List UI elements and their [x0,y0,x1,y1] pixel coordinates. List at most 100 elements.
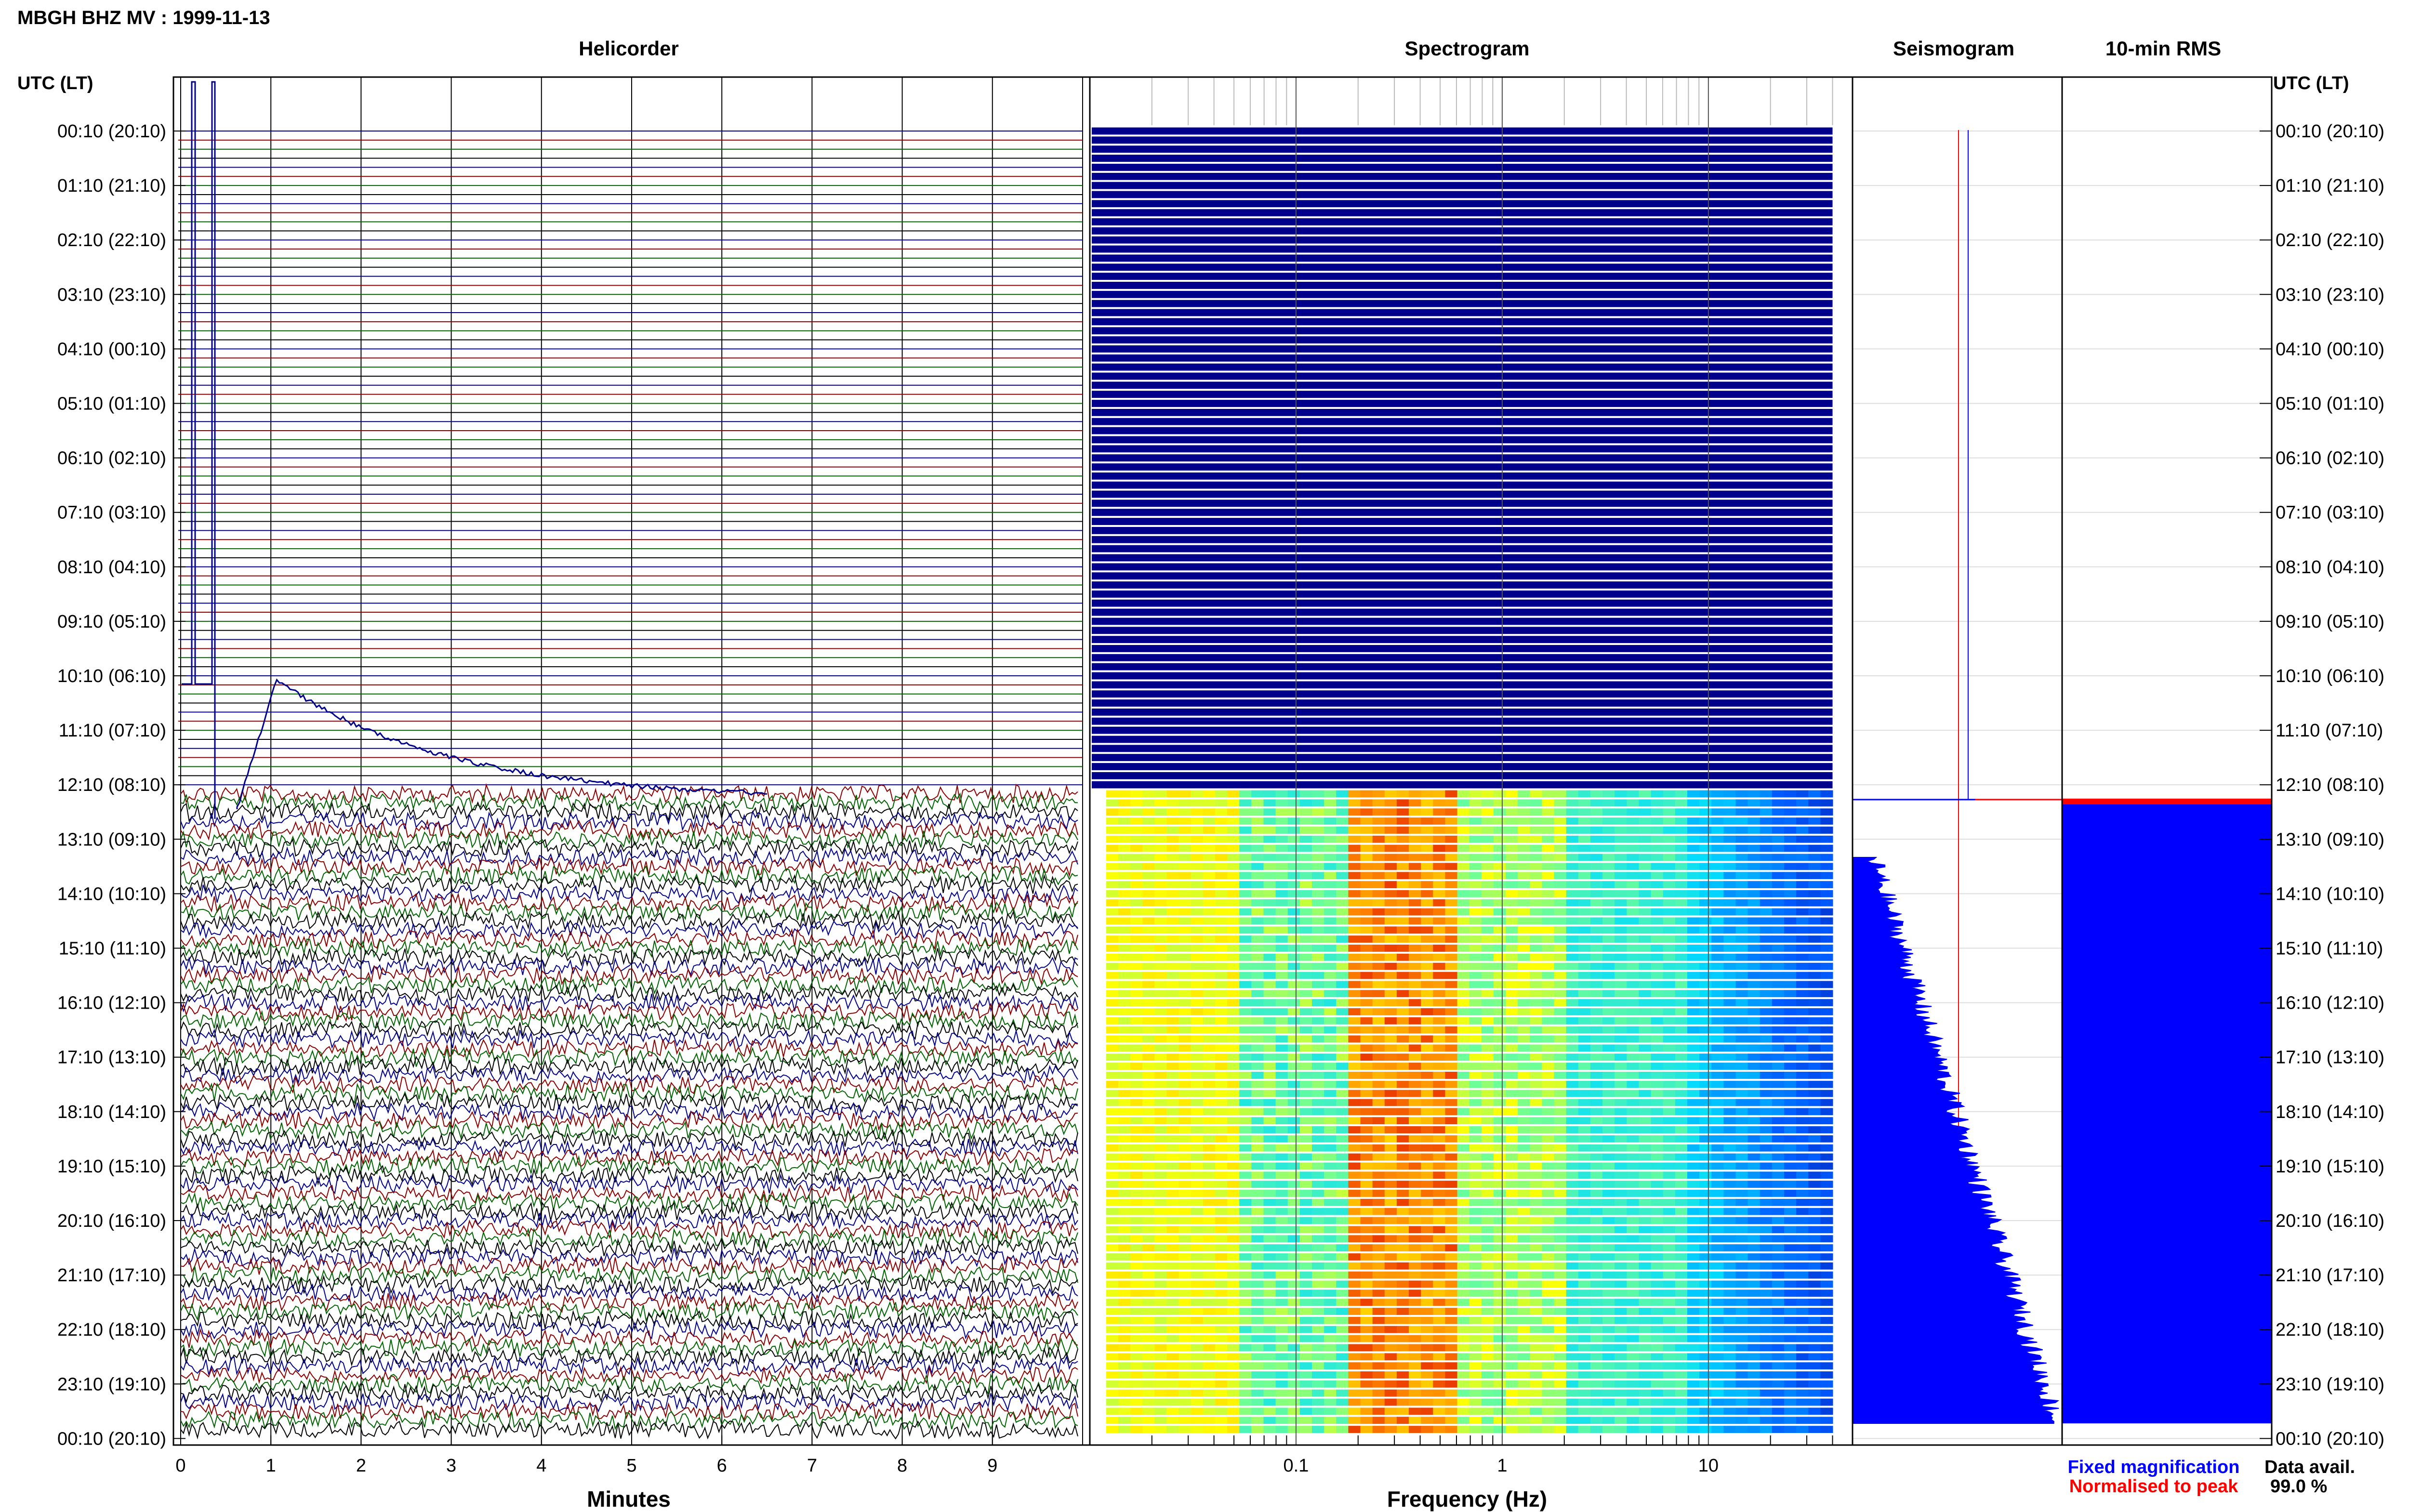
spectro-cell [1506,808,1519,816]
spectro-cell [1166,945,1179,952]
spectro-cell [1518,1008,1531,1015]
rms-title: 10-min RMS [2105,37,2221,60]
spectro-cell [1348,1035,1361,1043]
spectro-cell [1421,1262,1434,1270]
spectro-cell [1469,972,1482,979]
spectro-cell [1336,1353,1349,1361]
spectro-cell [1191,1417,1204,1424]
spectro-cell [1651,1117,1664,1125]
spectro-cell [1699,1235,1712,1243]
spectro-cell [1796,1262,1809,1270]
spectro-cell [1796,1353,1809,1361]
spectro-cell [1142,1226,1155,1234]
spectro-cell [1784,1080,1797,1088]
time-label-left: 10:10 (06:10) [57,666,166,686]
spectro-cell [1506,863,1519,870]
spectro-cell [1191,1271,1204,1279]
spectro-cell [1142,1398,1155,1406]
spectro-cell [1287,1208,1300,1215]
spectro-cell [1299,1280,1313,1288]
spectro-cell [1687,1217,1700,1224]
spectro-cell [1239,972,1252,979]
spectro-cell [1723,1026,1736,1034]
spectro-cell [1251,1008,1264,1015]
spectro-cell [1239,926,1252,934]
spectro-cell [1760,1316,1773,1324]
spectro-cell [1554,935,1567,943]
time-label-right: 11:10 (07:10) [2276,721,2383,741]
spectro-cell [1808,890,1821,897]
spectro-cell [1203,808,1216,816]
spectro-cell [1130,1226,1143,1234]
spectro-cell [1675,1299,1688,1306]
spectro-cell [1239,827,1252,834]
spectro-cell [1433,1371,1446,1379]
spectro-cell [1627,1044,1640,1052]
spectro-cell [1154,1316,1167,1324]
spectro-cell [1663,926,1676,934]
spectro-cell [1178,1316,1191,1324]
spectro-cell [1760,1235,1773,1243]
spectro-cell [1808,1099,1821,1106]
spectro-cell [1384,1371,1397,1379]
spectro-cell [1384,1398,1397,1406]
spectro-cell [1493,1389,1507,1397]
spectro-cell [1433,799,1446,807]
spectro-cell [1554,790,1567,798]
time-label-right: 13:10 (09:10) [2276,829,2384,850]
spectro-cell [1760,1426,1773,1433]
spectro-cell [1433,1090,1446,1097]
spectro-cell [1566,953,1579,961]
spectro-cell [1106,1044,1119,1052]
spectro-cell [1469,1126,1482,1133]
time-label-right: 16:10 (12:10) [2276,993,2384,1013]
spectro-cell [1772,1380,1785,1388]
spectro-cell [1324,1208,1337,1215]
spectro-cell [1820,935,1833,943]
spectro-cell [1675,808,1688,816]
spectro-cell [1723,1117,1736,1125]
spectro-cell [1396,1289,1410,1297]
spectro-cell [1602,1380,1615,1388]
spectro-cell [1554,1299,1567,1306]
spectro-cell [1518,1144,1531,1152]
spectro-cell [1651,854,1664,861]
spectro-cell [1602,835,1615,843]
spectro-cell [1711,1171,1724,1179]
spectro-cell [1130,1099,1143,1106]
spectro-cell [1542,1017,1555,1025]
minutes-axis-label: Minutes [587,1486,671,1512]
spectro-cell [1820,1026,1833,1034]
spectro-cell [1433,1389,1446,1397]
spectro-cell [1215,1362,1228,1370]
spectro-cell [1275,1226,1288,1234]
spectro-cell [1130,817,1143,825]
spectro-cell [1421,1126,1434,1133]
spectro-cell [1566,1090,1579,1097]
spectro-cell [1566,1063,1579,1070]
spectro-cell [1275,990,1288,998]
spectro-cell [1384,899,1397,907]
spectro-cell [1627,1280,1640,1288]
trace-line [180,1383,1078,1404]
spectro-cell [1723,1035,1736,1043]
spectro-cell [1639,1371,1652,1379]
spectro-cell [1687,1271,1700,1279]
spectro-cell [1263,1280,1276,1288]
spectro-cell [1130,1153,1143,1161]
time-label-right: 08:10 (04:10) [2276,557,2384,578]
spectro-cell [1711,1326,1724,1333]
spectro-cell [1639,945,1652,952]
spectro-cell [1590,1280,1603,1288]
spectro-cell [1530,1217,1543,1224]
spectro-cell [1602,1181,1615,1188]
spectro-cell [1760,926,1773,934]
spectro-cell [1663,1008,1676,1015]
spectro-cell [1106,1280,1119,1288]
spectro-cell [1784,1289,1797,1297]
spectro-row [1092,608,1833,616]
spectro-cell [1106,1253,1119,1261]
spectro-cell [1711,1135,1724,1143]
spectro-cell [1130,1117,1143,1125]
spectro-cell [1178,1244,1191,1251]
